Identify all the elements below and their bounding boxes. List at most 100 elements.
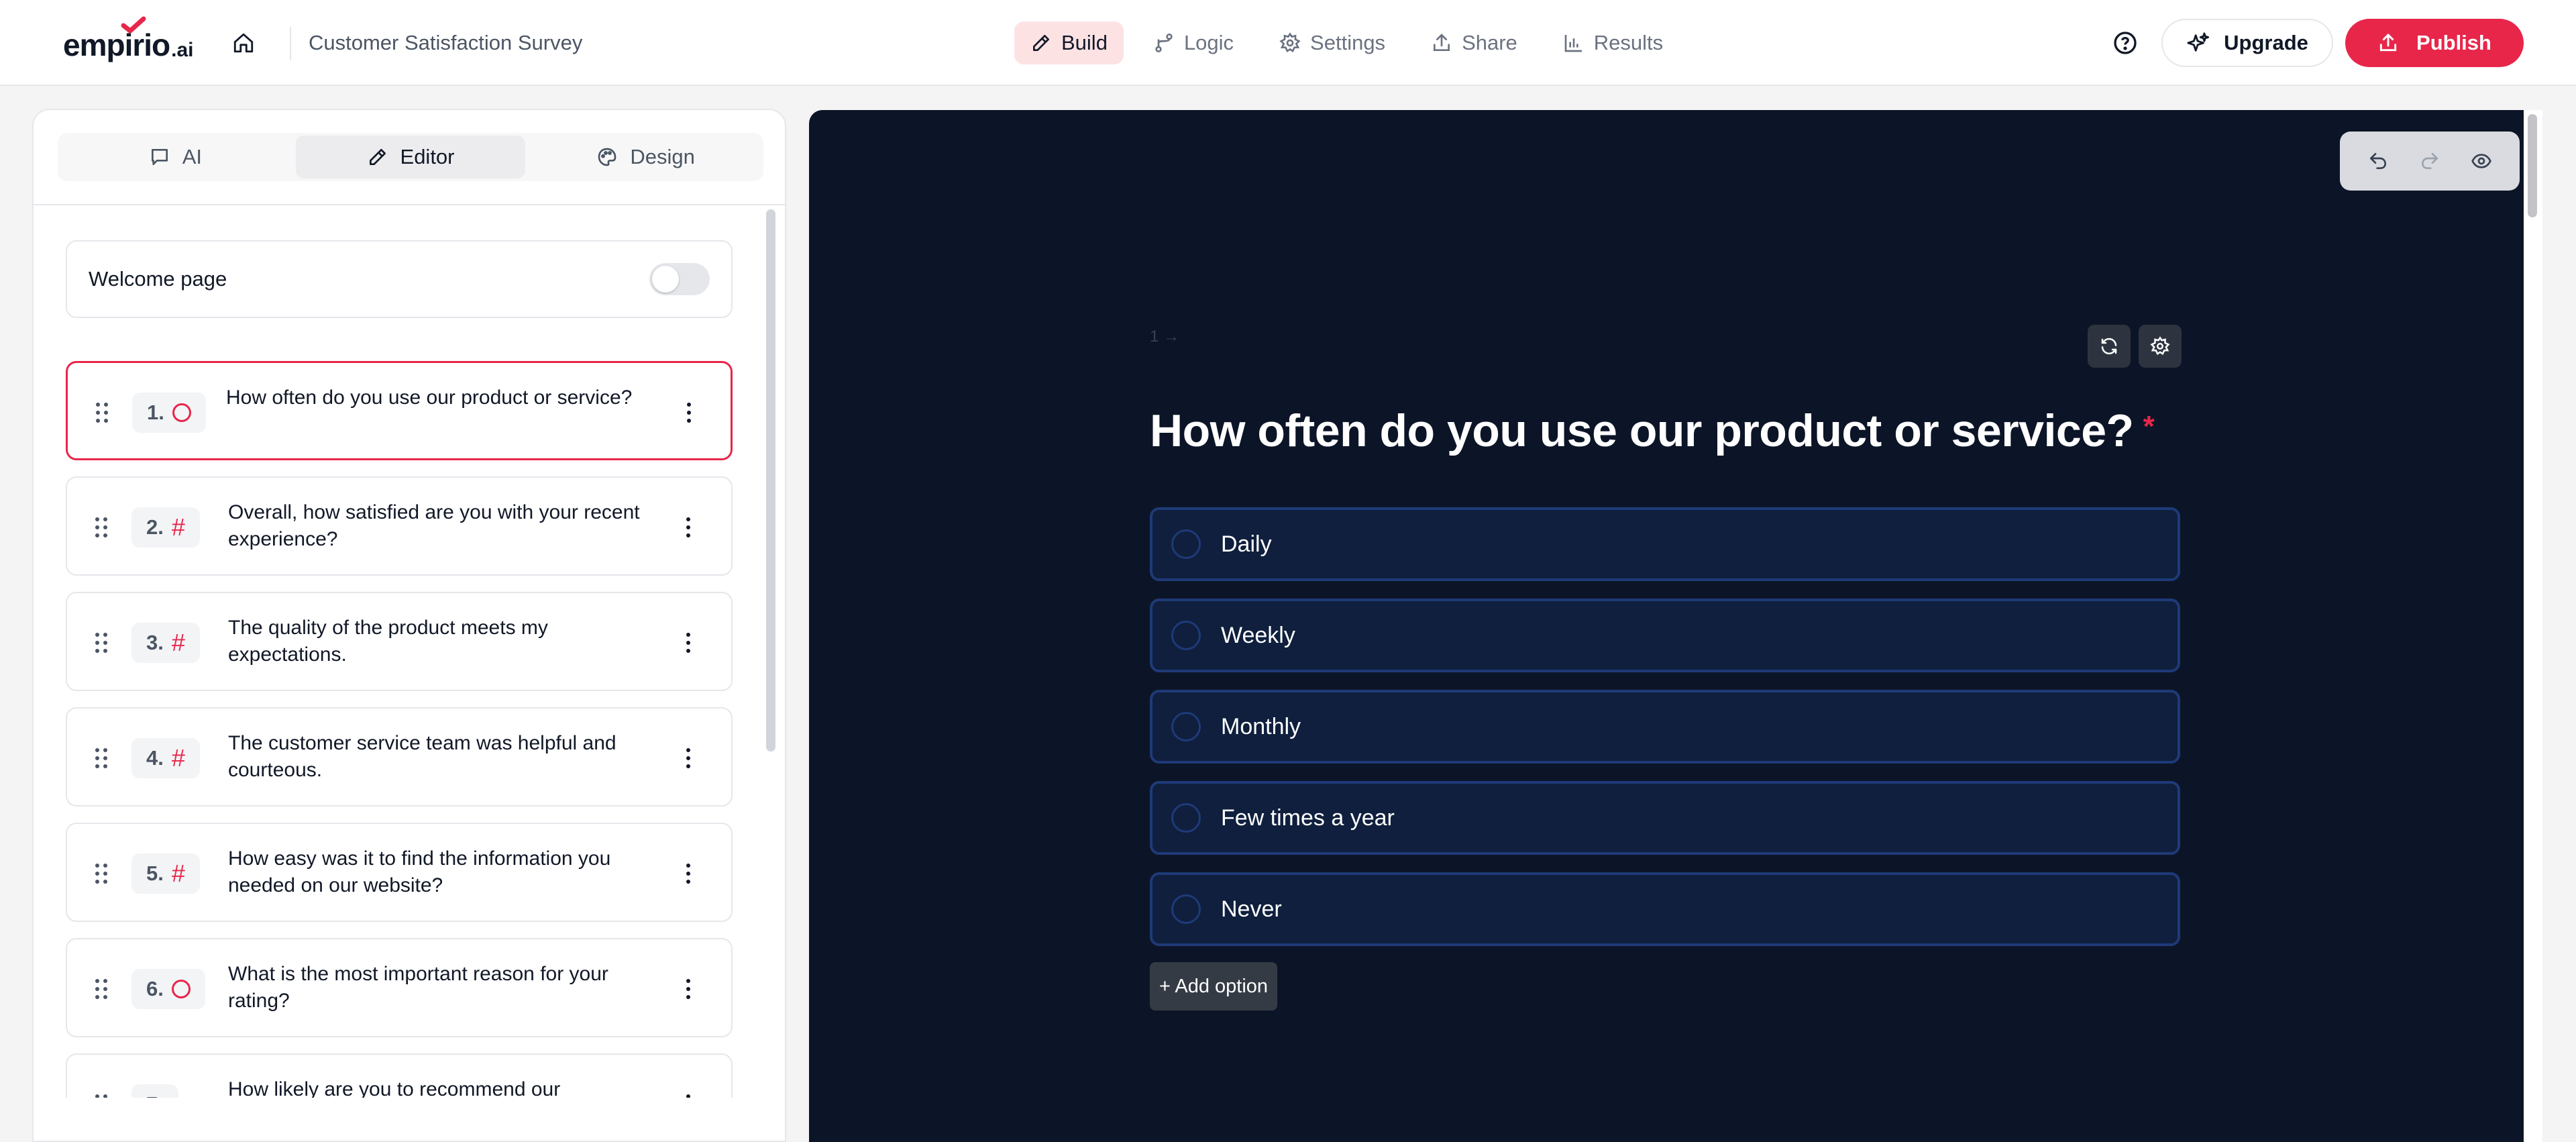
option-label: Weekly	[1221, 622, 1295, 648]
option-few-times-a-year[interactable]: Few times a year	[1150, 781, 2180, 855]
refresh-icon	[2101, 338, 2117, 355]
radio-circle[interactable]	[1171, 621, 1201, 650]
question-card-7[interactable]: 7. How likely are you to recommend our	[66, 1053, 733, 1098]
nav-share-label: Share	[1462, 31, 1517, 54]
question-text: What is the most important reason for yo…	[228, 963, 608, 1012]
pencil-icon	[369, 149, 386, 165]
pencil-icon	[1033, 35, 1049, 51]
nav-build-label: Build	[1061, 31, 1108, 54]
question-settings-button[interactable]	[2139, 325, 2182, 368]
tab-editor[interactable]: Editor	[295, 136, 526, 178]
question-badge: 5. #	[131, 853, 200, 894]
gear-icon	[1279, 32, 1301, 52]
nav-build[interactable]: Build	[1014, 21, 1124, 64]
question-badge: 4. #	[131, 738, 200, 778]
regenerate-button[interactable]	[2088, 325, 2131, 368]
more-options-icon[interactable]	[684, 631, 692, 655]
option-weekly[interactable]: Weekly	[1150, 599, 2180, 672]
tab-design[interactable]: Design	[531, 136, 761, 178]
question-number: 2.	[146, 515, 164, 539]
option-never[interactable]: Never	[1150, 872, 2180, 946]
branch-icon	[1155, 34, 1173, 52]
nav-results[interactable]: Results	[1547, 21, 1679, 64]
tab-ai[interactable]: AI	[60, 136, 290, 178]
more-options-icon[interactable]	[685, 401, 693, 425]
question-number: 6.	[146, 977, 164, 1000]
upload-icon	[2379, 33, 2397, 52]
drag-handle-icon[interactable]	[94, 977, 109, 1001]
publish-label: Publish	[2416, 31, 2491, 54]
survey-title[interactable]: Customer Satisfaction Survey	[309, 30, 582, 56]
eye-icon[interactable]	[2471, 150, 2492, 172]
number-type-icon: #	[171, 860, 185, 887]
question-text: Overall, how satisfied are you with your…	[228, 501, 640, 550]
tab-editor-label: Editor	[400, 145, 455, 168]
question-badge: 3. #	[131, 623, 200, 663]
question-number: 5.	[146, 862, 164, 885]
question-badge: 7.	[131, 1084, 178, 1098]
choice-type-icon	[171, 980, 191, 998]
question-card-5[interactable]: 5. # How easy was it to find the informa…	[66, 823, 733, 922]
brand-logo[interactable]: empirio .ai	[63, 16, 194, 61]
home-icon	[233, 33, 254, 53]
drag-handle-icon[interactable]	[94, 515, 109, 539]
question-text: How often do you use our product or serv…	[226, 386, 633, 409]
radio-circle[interactable]	[1171, 529, 1201, 559]
logo-check-icon	[121, 16, 146, 34]
palette-icon	[598, 148, 616, 166]
home-button[interactable]	[232, 27, 255, 59]
nav-logic-label: Logic	[1183, 31, 1234, 54]
question-number: 1.	[147, 401, 164, 424]
option-label: Monthly	[1221, 713, 1301, 739]
undo-icon[interactable]	[2367, 150, 2389, 172]
required-indicator: *	[2143, 410, 2155, 443]
add-option-button[interactable]: + Add option	[1150, 962, 1278, 1010]
question-text: The quality of the product meets my expe…	[228, 617, 548, 666]
radio-circle[interactable]	[1171, 894, 1201, 924]
nav-share[interactable]: Share	[1415, 21, 1534, 64]
more-options-icon[interactable]	[684, 1092, 692, 1098]
canvas-scrollbar-track	[2524, 110, 2542, 1142]
question-card-4[interactable]: 4. # The customer service team was helpf…	[66, 707, 733, 807]
logo-suffix: .ai	[171, 39, 194, 61]
publish-button[interactable]: Publish	[2345, 19, 2524, 67]
option-label: Daily	[1221, 531, 1272, 557]
drag-handle-icon[interactable]	[95, 401, 109, 425]
question-text: How likely are you to recommend our	[228, 1078, 561, 1098]
question-number: 7.	[146, 1092, 164, 1098]
question-card-3[interactable]: 3. # The quality of the product meets my…	[66, 592, 733, 691]
question-text: How easy was it to find the information …	[228, 847, 611, 896]
nav-results-label: Results	[1593, 31, 1664, 54]
drag-handle-icon[interactable]	[94, 862, 109, 886]
canvas-scrollbar[interactable]	[2528, 114, 2537, 217]
chat-icon	[151, 149, 168, 165]
option-daily[interactable]: Daily	[1150, 507, 2180, 581]
question-number: 3.	[146, 631, 164, 654]
question-card-6[interactable]: 6. What is the most important reason for…	[66, 938, 733, 1037]
question-number: 4.	[146, 746, 164, 770]
upgrade-label: Upgrade	[2224, 31, 2308, 54]
more-options-icon[interactable]	[684, 515, 692, 539]
nav-logic[interactable]: Logic	[1137, 21, 1250, 64]
number-type-icon: #	[171, 629, 185, 656]
radio-circle[interactable]	[1171, 712, 1201, 741]
help-button[interactable]	[2112, 30, 2139, 56]
question-text: The customer service team was helpful an…	[228, 732, 616, 781]
question-title[interactable]: How often do you use our product or serv…	[1150, 399, 2155, 463]
question-list: 1. How often do you use our product or s…	[32, 205, 786, 1098]
option-monthly[interactable]: Monthly	[1150, 690, 2180, 764]
question-card-1[interactable]: 1. How often do you use our product or s…	[66, 361, 733, 460]
redo-icon[interactable]	[2419, 150, 2440, 172]
more-options-icon[interactable]	[684, 746, 692, 770]
option-label: Never	[1221, 896, 1282, 922]
drag-handle-icon[interactable]	[94, 746, 109, 770]
more-options-icon[interactable]	[684, 977, 692, 1001]
upgrade-button[interactable]: Upgrade	[2161, 19, 2333, 67]
more-options-icon[interactable]	[684, 862, 692, 886]
drag-handle-icon[interactable]	[94, 631, 109, 655]
question-badge: 1.	[132, 393, 206, 433]
nav-settings[interactable]: Settings	[1263, 21, 1401, 64]
question-card-2[interactable]: 2. # Overall, how satisfied are you with…	[66, 476, 733, 576]
drag-handle-icon[interactable]	[94, 1092, 109, 1098]
radio-circle[interactable]	[1171, 803, 1201, 833]
